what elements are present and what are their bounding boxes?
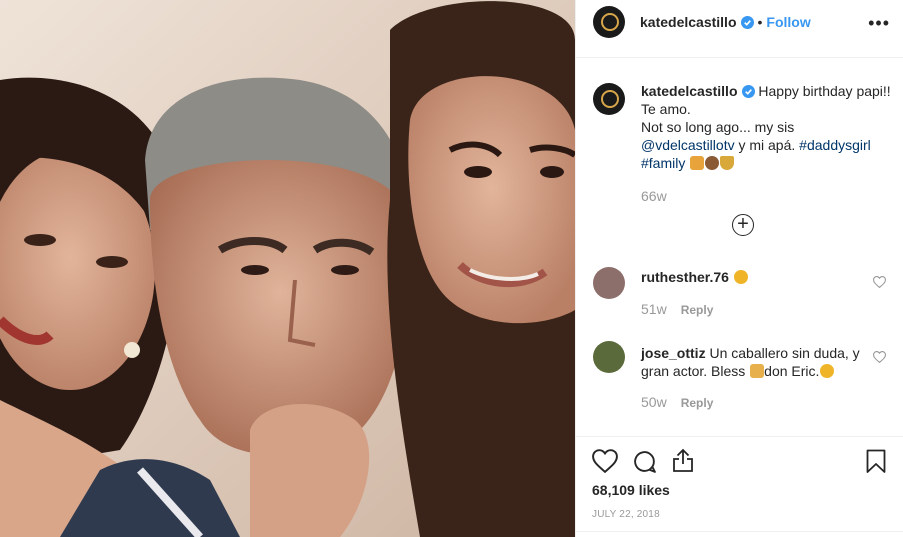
comment-body: jose_ottiz Un caballero sin duda, y gran…	[641, 344, 866, 380]
likes-count[interactable]: 68,109 likes	[592, 482, 670, 498]
post-date: JULY 22, 2018	[592, 509, 660, 520]
hashtag-link-daddysgirl[interactable]: #daddysgirl	[799, 137, 871, 153]
heart-icon[interactable]	[873, 276, 886, 288]
caption: katedelcastillo Happy birthday papi!! Te…	[641, 82, 891, 172]
post-image	[0, 0, 575, 537]
crown-emoji-icon	[720, 156, 735, 170]
bookmark-icon[interactable]	[866, 449, 886, 474]
plus-circle-icon[interactable]: +	[732, 214, 754, 236]
caption-avatar[interactable]	[593, 83, 625, 115]
gift-emoji-icon	[690, 156, 705, 170]
comment-timestamp[interactable]: 50w	[641, 394, 667, 410]
comment-meta: 51w Reply	[641, 301, 713, 319]
cake-emoji-icon	[705, 156, 720, 170]
reply-button[interactable]: Reply	[681, 396, 714, 410]
heart-icon[interactable]	[873, 351, 886, 363]
reply-button[interactable]: Reply	[681, 303, 714, 317]
verified-badge-icon	[741, 85, 755, 98]
author-username[interactable]: katedelcastillo	[640, 14, 737, 30]
post-actions: 68,109 likes JULY 22, 2018	[576, 436, 903, 537]
clap-emoji-icon	[733, 270, 748, 284]
mention-link[interactable]: @vdelcastillotv	[641, 137, 735, 153]
comment-body: ruthesther.76	[641, 269, 748, 285]
comment-timestamp[interactable]: 51w	[641, 301, 667, 317]
comments-section: katedelcastillo Happy birthday papi!! Te…	[576, 58, 903, 436]
comment-text-2: don Eric.	[764, 363, 820, 379]
caption-text-3: y mi apá.	[738, 137, 796, 153]
comment-meta: 50w Reply	[641, 394, 713, 412]
post-photo[interactable]	[0, 0, 575, 537]
caption-timestamp[interactable]: 66w	[641, 188, 667, 204]
caption-username[interactable]: katedelcastillo	[641, 83, 738, 99]
author-line: katedelcastillo • Follow	[640, 14, 811, 32]
commenter-avatar[interactable]	[593, 341, 625, 373]
heart-icon[interactable]	[592, 449, 618, 473]
commenter-username[interactable]: jose_ottiz	[641, 345, 706, 361]
more-options-icon[interactable]: •••	[868, 13, 890, 34]
share-icon[interactable]	[672, 448, 694, 473]
verified-badge-icon	[740, 16, 754, 29]
caption-text-2: Not so long ago... my sis	[641, 119, 795, 135]
post-header: katedelcastillo • Follow •••	[576, 0, 903, 58]
comment-icon[interactable]	[632, 449, 657, 474]
commenter-username[interactable]: ruthesther.76	[641, 269, 729, 285]
clap-emoji-icon	[820, 364, 835, 378]
author-avatar[interactable]	[593, 6, 625, 38]
separator-dot: •	[757, 14, 763, 30]
follow-button[interactable]: Follow	[766, 14, 810, 30]
commenter-avatar[interactable]	[593, 267, 625, 299]
hashtag-link-family[interactable]: #family	[641, 155, 685, 171]
pray-emoji-icon	[750, 364, 765, 378]
comment-input-divider	[576, 531, 903, 533]
post-side-panel: katedelcastillo • Follow ••• katedelcastil…	[575, 0, 903, 537]
